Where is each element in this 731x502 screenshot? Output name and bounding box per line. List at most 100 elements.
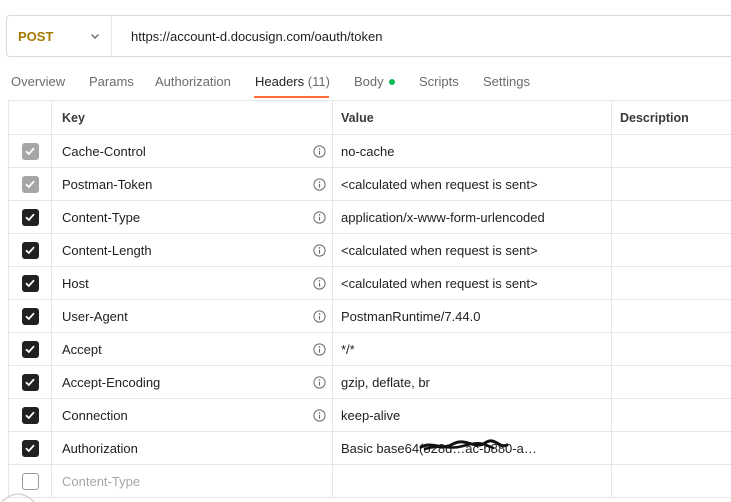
- row-key-cell[interactable]: Host: [52, 267, 333, 299]
- row-value-cell[interactable]: <calculated when request is sent>: [333, 168, 612, 200]
- row-checkbox[interactable]: [21, 241, 39, 259]
- row-key: Cache-Control: [62, 143, 146, 159]
- row-value-cell[interactable]: gzip, deflate, br: [333, 366, 612, 398]
- row-checkbox[interactable]: [21, 274, 39, 292]
- table-row: Authorization Basic base64(828d…ac-b880-a…: [8, 432, 731, 465]
- row-select-cell: [8, 267, 52, 299]
- row-checkbox[interactable]: [21, 406, 39, 424]
- info-icon[interactable]: [313, 211, 326, 224]
- info-icon[interactable]: [313, 145, 326, 158]
- select-column-header: [8, 101, 52, 134]
- table-header-row: Key Value Description: [8, 101, 731, 135]
- row-key: User-Agent: [62, 308, 128, 324]
- check-icon: [25, 180, 35, 189]
- row-value-cell[interactable]: no-cache: [333, 135, 612, 167]
- check-icon: [25, 378, 35, 387]
- row-checkbox[interactable]: [21, 208, 39, 226]
- row-value-cell[interactable]: keep-alive: [333, 399, 612, 431]
- method-select[interactable]: POST: [7, 16, 112, 56]
- info-icon[interactable]: [313, 310, 326, 323]
- row-description-cell[interactable]: [612, 267, 731, 299]
- description-column-header: Description: [620, 110, 689, 125]
- row-description-cell[interactable]: [612, 399, 731, 431]
- row-key-cell[interactable]: Content-Length: [52, 234, 333, 266]
- table-row: Cache-Control no-cache: [8, 135, 731, 168]
- row-description-cell[interactable]: [612, 201, 731, 233]
- row-checkbox: [21, 175, 39, 193]
- row-key: Content-Length: [62, 242, 152, 258]
- row-description-cell[interactable]: [612, 333, 731, 365]
- tab-body[interactable]: Body: [354, 74, 395, 89]
- key-column-header: Key: [52, 101, 333, 134]
- row-key: Content-Type: [62, 209, 141, 225]
- row-key: Accept: [62, 341, 102, 357]
- row-key-cell[interactable]: Accept: [52, 333, 333, 365]
- row-key-cell[interactable]: Connection: [52, 399, 333, 431]
- check-icon: [25, 411, 35, 420]
- tab-headers[interactable]: Headers (11): [255, 74, 330, 89]
- row-description-cell[interactable]: [612, 300, 731, 332]
- table-row: User-Agent PostmanRuntime/7.44.0: [8, 300, 731, 333]
- row-key-cell[interactable]: Content-Type: [52, 201, 333, 233]
- row-value: gzip, deflate, br: [341, 374, 430, 390]
- row-description-cell[interactable]: [612, 168, 731, 200]
- tab-scripts[interactable]: Scripts: [419, 74, 459, 89]
- row-value-cell[interactable]: <calculated when request is sent>: [333, 267, 612, 299]
- row-key: Postman-Token: [62, 176, 153, 192]
- row-key-cell[interactable]: Postman-Token: [52, 168, 333, 200]
- tab-headers-count: (11): [307, 74, 330, 89]
- info-icon[interactable]: [313, 244, 326, 257]
- row-checkbox[interactable]: [21, 373, 39, 391]
- row-checkbox[interactable]: [21, 307, 39, 325]
- row-description-cell[interactable]: [612, 135, 731, 167]
- row-select-cell: [8, 300, 52, 332]
- row-description-cell[interactable]: [612, 432, 731, 464]
- row-description-cell[interactable]: [612, 465, 731, 497]
- row-select-cell: [8, 432, 52, 464]
- row-value: no-cache: [341, 143, 395, 159]
- row-key-cell[interactable]: Cache-Control: [52, 135, 333, 167]
- tab-params[interactable]: Params: [89, 74, 134, 89]
- row-key: Authorization: [62, 440, 138, 456]
- row-description-cell[interactable]: [612, 234, 731, 266]
- row-key-cell[interactable]: Content-Type: [52, 465, 333, 497]
- table-row: Content-Length <calculated when request i…: [8, 234, 731, 267]
- check-icon: [25, 279, 35, 288]
- row-value-cell[interactable]: PostmanRuntime/7.44.0: [333, 300, 612, 332]
- url-input[interactable]: https://account-d.docusign.com/oauth/tok…: [112, 29, 383, 44]
- tab-authorization[interactable]: Authorization: [155, 74, 231, 89]
- row-value-cell[interactable]: application/x-www-form-urlencoded: [333, 201, 612, 233]
- row-select-cell: [8, 333, 52, 365]
- info-icon[interactable]: [313, 376, 326, 389]
- row-key-cell[interactable]: Authorization: [52, 432, 333, 464]
- table-row: Content-Type: [8, 465, 731, 498]
- check-icon: [25, 444, 35, 453]
- table-row: Host <calculated when request is sent>: [8, 267, 731, 300]
- row-key: Content-Type: [62, 473, 141, 489]
- request-tabs: Overview Params Authorization Headers (1…: [0, 64, 731, 100]
- row-key-cell[interactable]: Accept-Encoding: [52, 366, 333, 398]
- row-value-cell[interactable]: [333, 465, 612, 497]
- row-checkbox[interactable]: [21, 340, 39, 358]
- tab-overview[interactable]: Overview: [11, 74, 65, 89]
- table-row: Connection keep-alive: [8, 399, 731, 432]
- info-icon[interactable]: [313, 178, 326, 191]
- tab-settings[interactable]: Settings: [483, 74, 530, 89]
- info-icon[interactable]: [313, 277, 326, 290]
- row-select-cell: [8, 201, 52, 233]
- row-key: Connection: [62, 407, 128, 423]
- body-status-dot: [388, 79, 395, 85]
- redaction-scribble: [419, 439, 509, 451]
- check-icon: [25, 246, 35, 255]
- row-select-cell: [8, 168, 52, 200]
- row-value-cell[interactable]: <calculated when request is sent>: [333, 234, 612, 266]
- info-icon[interactable]: [313, 409, 326, 422]
- check-icon: [25, 312, 35, 321]
- row-value-cell[interactable]: */*: [333, 333, 612, 365]
- row-key-cell[interactable]: User-Agent: [52, 300, 333, 332]
- row-description-cell[interactable]: [612, 366, 731, 398]
- row-value: PostmanRuntime/7.44.0: [341, 308, 481, 324]
- info-icon[interactable]: [313, 343, 326, 356]
- row-checkbox[interactable]: [21, 439, 39, 457]
- chevron-down-icon: [91, 34, 99, 39]
